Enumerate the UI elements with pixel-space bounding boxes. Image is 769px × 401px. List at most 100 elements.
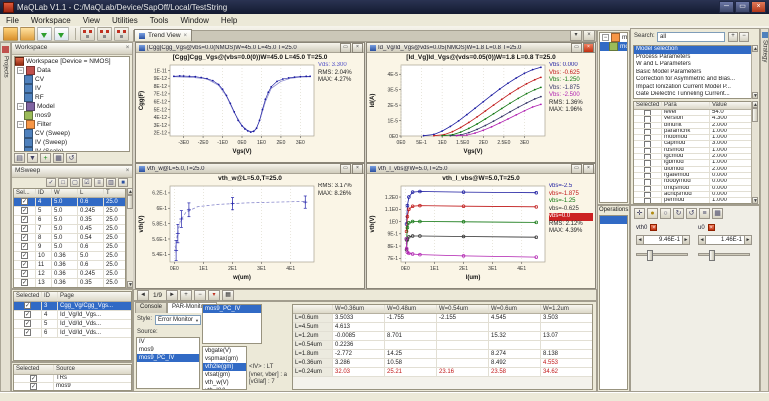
tree-node[interactable]: −Filter [15, 120, 129, 129]
menu-item-help[interactable]: Help [215, 16, 243, 25]
checkbox[interactable] [644, 154, 651, 159]
checkbox[interactable] [644, 148, 651, 153]
source-item[interactable]: IV [137, 338, 199, 346]
table-row[interactable]: ✓120.360.24525.0 [14, 270, 125, 279]
refresh-icon[interactable]: ↻ [673, 208, 684, 219]
checkbox[interactable] [644, 160, 651, 165]
add-item-icon[interactable]: + [40, 153, 51, 163]
blue-box-icon[interactable]: ■ [118, 178, 128, 187]
column-header[interactable]: W=0.36um [333, 305, 385, 313]
legend-item[interactable]: vbs=-1.875 [549, 191, 593, 199]
legend-item[interactable]: Vbs: -1.250 [549, 77, 593, 85]
legend-item[interactable]: Vbs: -0.625 [549, 70, 593, 78]
copy-icon[interactable]: ≡ [699, 208, 710, 219]
menu-item-workspace[interactable]: Workspace [25, 16, 77, 25]
remove-param-icon[interactable]: × [708, 224, 715, 231]
marker-button[interactable]: ▾ [208, 290, 220, 301]
link-device-icon[interactable] [80, 27, 95, 41]
checkbox[interactable]: ✓ [21, 270, 28, 277]
msweep-scrollbar[interactable]: ▲ ▼ [126, 188, 133, 288]
collapse-all-icon[interactable]: ▤ [14, 153, 25, 163]
projects-tab[interactable]: Projects [3, 56, 9, 78]
legend-item[interactable]: Vbs: -1.875 [549, 85, 593, 93]
tree-root-item[interactable]: Workspace [Device = NMOS] [15, 57, 129, 66]
quantity-item[interactable]: vth_l(V) [203, 387, 246, 390]
checkbox[interactable] [644, 192, 651, 197]
scroll-up-icon[interactable]: ▲ [752, 101, 758, 108]
workspace-close-icon[interactable]: × [123, 43, 132, 54]
zoom-in-button[interactable]: + [180, 290, 192, 301]
column-header[interactable]: W=1.2um [541, 305, 593, 313]
param-slider[interactable] [698, 253, 750, 256]
refresh-icon[interactable]: ↺ [66, 153, 77, 163]
operation-item[interactable] [600, 216, 627, 224]
legend-item[interactable]: MAX: 8.26% [318, 191, 362, 199]
search-add-button[interactable]: + [728, 32, 738, 42]
column-header[interactable]: Selected [14, 365, 54, 374]
close-window-icon[interactable]: × [352, 43, 363, 53]
tab-console[interactable]: Console [135, 302, 167, 313]
quantity-item[interactable]: vth_w(V) [203, 379, 246, 387]
scroll-up-icon[interactable]: ▲ [752, 45, 758, 52]
scroll-thumb[interactable] [127, 195, 133, 209]
slider-handle[interactable] [647, 250, 653, 261]
grid-layout-button[interactable]: ▦ [222, 290, 234, 301]
checkbox[interactable] [644, 116, 651, 121]
menu-item-view[interactable]: View [77, 16, 106, 25]
restore-window-icon[interactable]: ▭ [571, 43, 582, 53]
group-list-scrollbar[interactable]: ▲ ▼ [751, 45, 758, 99]
quantity-item[interactable]: vbgate(V) [203, 347, 246, 355]
legend-item[interactable]: MAX: 4.27% [318, 77, 362, 85]
table-row[interactable]: ✓75.00.4525.0 [14, 225, 125, 234]
table-row[interactable]: ✓mos9 [14, 383, 131, 391]
maximize-button[interactable]: ▭ [735, 1, 750, 13]
table-row[interactable]: L=4.5um4.613 [293, 323, 592, 332]
tab-close-icon[interactable]: × [184, 31, 188, 41]
legend-item[interactable]: vbs=-0.625 [549, 206, 593, 214]
table-row[interactable]: ✓85.00.5425.0 [14, 234, 125, 243]
legend-item[interactable]: vbs=-2.5 [549, 183, 593, 191]
tree-leaf[interactable]: CV [15, 75, 129, 84]
checkbox[interactable]: ✓ [21, 234, 28, 241]
table-row[interactable]: ✓6Id_Vd/Id_Vds... [14, 329, 131, 338]
close-window-icon[interactable]: × [352, 164, 363, 174]
tree-leaf[interactable]: IV (Scale) [15, 147, 129, 152]
checkbox[interactable]: ✓ [24, 320, 31, 327]
export-icon[interactable] [54, 27, 69, 41]
column-header[interactable] [293, 305, 333, 313]
collapse-icon[interactable]: − [17, 121, 24, 128]
checkbox[interactable]: ✓ [21, 243, 28, 250]
checkbox[interactable]: ✓ [30, 383, 37, 390]
checkbox[interactable]: ✓ [21, 225, 28, 232]
table-row[interactable]: L=0.36um3.28610.588.4924.553 [293, 359, 592, 368]
column-header[interactable]: Selected [634, 102, 662, 109]
scroll-down-icon[interactable]: ▼ [752, 92, 758, 99]
table-row[interactable]: ✓65.00.3525.0 [14, 216, 125, 225]
table-row[interactable]: L=0.24um32.0325.2123.1623.5834.62 [293, 368, 592, 377]
legend-item[interactable]: RMS: 3.17% [318, 183, 362, 191]
import-icon[interactable] [37, 27, 52, 41]
plot-window-titlebar[interactable]: vth_l_vbs@W=5.0,T=25.0▭× [367, 164, 595, 174]
close-button[interactable]: × [751, 1, 766, 13]
close-all-icon[interactable]: × [583, 30, 595, 41]
legend-item[interactable]: Vbs: 0.000 [549, 62, 593, 70]
legend-item[interactable]: vbs=-1.25 [549, 198, 593, 206]
strategy-tab[interactable]: Strategy [762, 40, 768, 62]
collapse-icon[interactable]: − [17, 103, 24, 110]
table-row[interactable]: ✓5Id_Vd/Id_Vds... [14, 320, 131, 329]
tree-leaf[interactable]: CV (Sweep) [15, 129, 129, 138]
search-input[interactable]: all [657, 32, 725, 42]
unlock-icon[interactable]: ○ [660, 208, 671, 219]
plot-window-titlebar[interactable]: vth_w@L=5.0,T=25.0▭× [136, 164, 364, 174]
table-row[interactable]: ✓130.360.3525.0 [14, 279, 125, 288]
restore-window-icon[interactable]: ▭ [340, 164, 351, 174]
zoom-out-button[interactable]: − [194, 290, 206, 301]
pair-item[interactable]: mos9_PC_IV [203, 305, 261, 313]
table-row[interactable]: ✓55.00.24525.0 [14, 207, 125, 216]
table-row[interactable]: ✓45.00.625.0 [14, 198, 125, 207]
table-row[interactable]: L=1.8um-2.77214.258.2748.138 [293, 350, 592, 359]
window-list-icon[interactable]: ▾ [570, 30, 582, 41]
column-header[interactable]: W=0.48um [385, 305, 437, 313]
scroll-thumb[interactable] [752, 108, 758, 122]
check-all-icon[interactable]: ✓ [46, 178, 56, 187]
